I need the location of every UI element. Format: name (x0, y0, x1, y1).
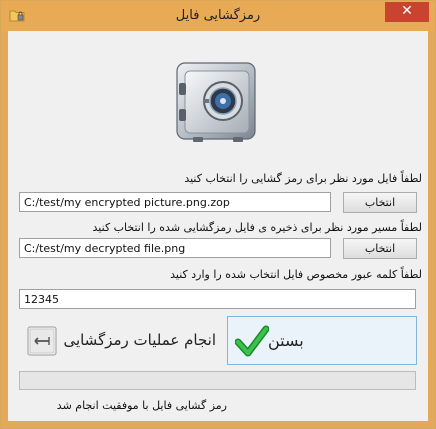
title-bar[interactable]: رمزگشایی فایل ✕ (1, 1, 435, 31)
password-field[interactable]: 12345 (19, 289, 416, 309)
window-title: رمزگشایی فایل (175, 8, 261, 23)
window-close-button[interactable]: ✕ (385, 2, 429, 22)
close-button-label: بستن (268, 331, 304, 350)
dialog-body: لطفاً فایل مورد نظر برای رمز گشایی را ان… (8, 31, 428, 421)
safe-icon (176, 62, 256, 142)
key-icon (27, 326, 57, 356)
decrypt-button[interactable]: انجام عملیات رمزگشایی (19, 316, 227, 365)
destination-path-field[interactable]: C:/test/my decrypted file.png (19, 238, 331, 258)
decrypt-button-label: انجام عملیات رمزگشایی (63, 331, 216, 349)
checkmark-icon (235, 325, 269, 357)
source-file-field[interactable]: C:/test/my encrypted picture.png.zop (19, 192, 331, 212)
browse-destination-button[interactable]: انتخاب (343, 238, 417, 259)
status-text: رمز گشایی فایل با موفقیت انجام شد (56, 399, 227, 412)
progress-bar (19, 371, 416, 390)
browse-source-button[interactable]: انتخاب (343, 192, 417, 213)
destination-path-label: لطفاً مسیر مورد نظر برای ذخیره ی فایل رم… (92, 221, 422, 234)
app-window: رمزگشایی فایل ✕ لطفاً فایل مورد نظر برای… (0, 0, 436, 429)
password-label: لطفاً کلمه عبور مخصوص فایل انتخاب شده را… (170, 268, 422, 281)
source-file-label: لطفاً فایل مورد نظر برای رمز گشایی را ان… (184, 172, 422, 185)
close-button[interactable]: بستن (227, 316, 417, 365)
